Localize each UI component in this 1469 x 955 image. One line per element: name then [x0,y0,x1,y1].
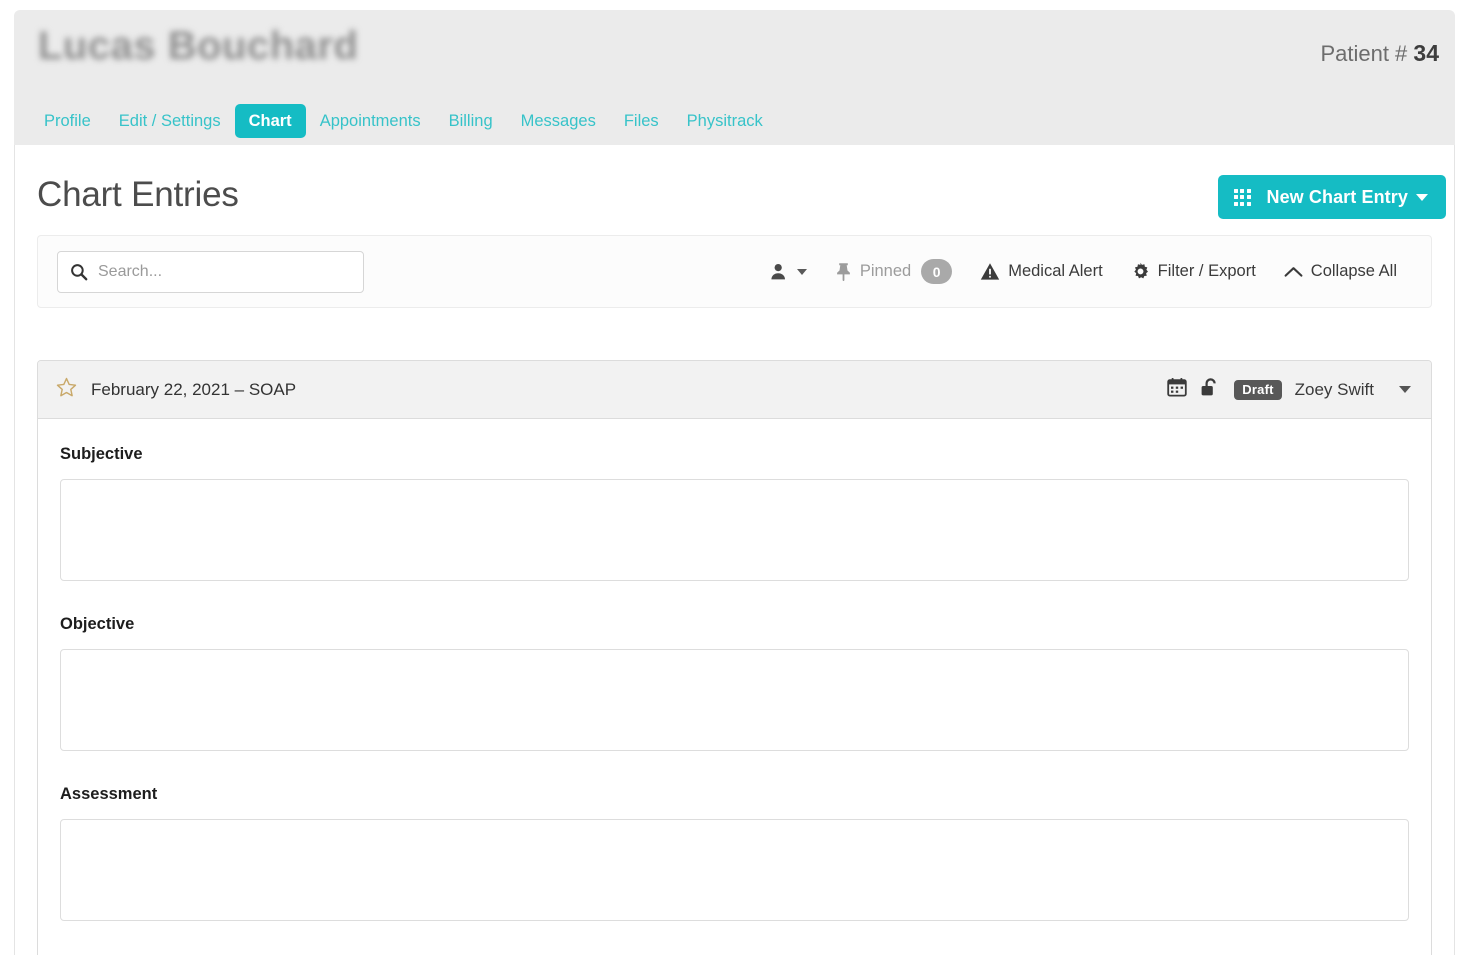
status-badge: Draft [1234,380,1281,400]
chevron-down-icon[interactable] [1399,386,1411,393]
pinned-label: Pinned [860,262,911,281]
star-icon[interactable] [56,377,77,403]
medical-alert-button[interactable]: Medical Alert [966,256,1116,287]
unlock-icon[interactable] [1200,377,1221,403]
tab-edit-settings[interactable]: Edit / Settings [105,104,235,138]
gear-icon [1131,262,1150,281]
app-root: Lucas Bouchard Patient # 34 Profile Edit… [0,0,1469,955]
chart-entry-title: February 22, 2021 – SOAP [91,380,296,400]
tab-profile[interactable]: Profile [30,104,105,138]
search-icon [70,263,88,281]
search-input[interactable] [98,263,363,281]
new-chart-entry-button[interactable]: New Chart Entry [1218,175,1446,219]
pinned-count-badge: 0 [921,259,952,284]
collapse-all-label: Collapse All [1311,262,1397,281]
tab-physitrack[interactable]: Physitrack [673,104,777,138]
tab-messages[interactable]: Messages [507,104,610,138]
tab-billing[interactable]: Billing [435,104,507,138]
tab-chart[interactable]: Chart [235,104,306,138]
chart-entry-body: Subjective Objective Assessment [38,419,1431,921]
chevron-down-icon [1416,194,1428,201]
chevron-down-icon [797,269,807,275]
assigned-user-filter[interactable] [755,256,821,288]
patient-number-value: 34 [1413,40,1439,66]
objective-textarea[interactable] [60,649,1409,751]
chart-entry-header-actions: Draft Zoey Swift [1167,377,1417,403]
pinned-filter[interactable]: Pinned 0 [821,253,966,290]
collapse-all-button[interactable]: Collapse All [1270,256,1411,287]
patient-number-label: Patient # [1320,41,1407,66]
medical-alert-label: Medical Alert [1008,262,1102,281]
patient-nav-tabs: Profile Edit / Settings Chart Appointmen… [30,104,777,138]
warning-triangle-icon [980,262,1000,281]
patient-header: Lucas Bouchard Patient # 34 Profile Edit… [14,10,1455,145]
grid-icon [1218,175,1266,219]
pin-icon [835,262,852,281]
calendar-icon[interactable] [1167,377,1187,402]
chevron-up-icon [1284,265,1303,279]
chart-entry-card: February 22, 2021 – SOAP [37,360,1432,955]
field-label-objective: Objective [60,615,1409,634]
new-chart-entry-label: New Chart Entry [1266,187,1416,208]
assessment-textarea[interactable] [60,819,1409,921]
tab-appointments[interactable]: Appointments [306,104,435,138]
toolbar-actions: Pinned 0 Medical Alert [755,253,1431,290]
patient-name: Lucas Bouchard [38,24,358,69]
patient-number: Patient # 34 [1320,40,1439,67]
person-icon [769,262,789,282]
chart-entry-author: Zoey Swift [1295,380,1374,400]
search-box[interactable] [57,251,364,293]
page-title: Chart Entries [37,175,239,215]
chart-entries-panel: Chart Entries New Chart Entry [14,145,1455,955]
chart-toolbar: Pinned 0 Medical Alert [37,235,1432,308]
filter-export-label: Filter / Export [1158,262,1256,281]
filter-export-button[interactable]: Filter / Export [1117,256,1270,287]
subjective-textarea[interactable] [60,479,1409,581]
tab-files[interactable]: Files [610,104,673,138]
chart-entry-header[interactable]: February 22, 2021 – SOAP [38,361,1431,419]
field-label-assessment: Assessment [60,785,1409,804]
field-label-subjective: Subjective [60,445,1409,464]
